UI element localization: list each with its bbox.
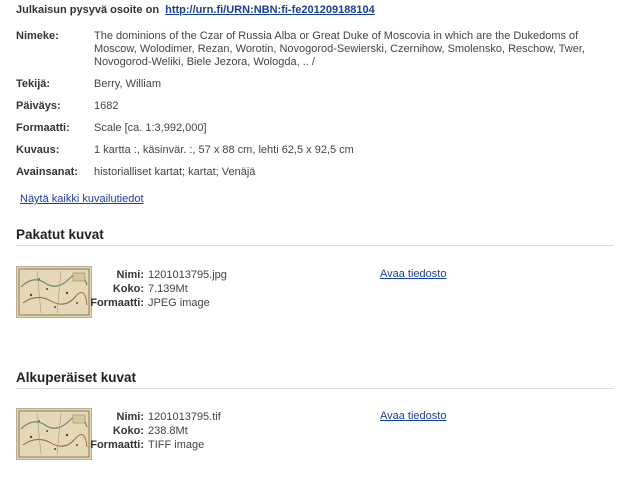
- section-title-compressed-images: Pakatut kuvat: [16, 227, 104, 242]
- file-size-value: 7.139Mt: [148, 283, 188, 295]
- file-size-label: Koko:: [112, 425, 144, 437]
- metadata-key: Tekijä:: [16, 78, 51, 90]
- file-name-label: Nimi:: [116, 411, 145, 423]
- file-info-original: Nimi: 1201013795.tif Koko: 238.8Mt Formaat…: [80, 410, 221, 452]
- file-name-label: Nimi:: [116, 269, 145, 281]
- metadata-value: 1 kartta :, käsinvär. :, 57 x 88 cm, leh…: [94, 144, 354, 156]
- file-size-row: Koko: 7.139Mt: [80, 282, 227, 296]
- file-info-compressed: Nimi: 1201013795.jpg Koko: 7.139Mt Formaat…: [80, 268, 227, 310]
- file-name-row: Nimi: 1201013795.tif: [80, 410, 221, 424]
- metadata-row-description: Kuvaus: 1 kartta :, käsinvär. :, 57 x 88…: [16, 144, 614, 166]
- file-format-label: Formaatti:: [90, 439, 144, 451]
- metadata-row-title: Nimeke: The dominions of the Czar of Rus…: [16, 30, 614, 78]
- section-divider: [16, 388, 614, 389]
- file-name-value: 1201013795.tif: [148, 411, 221, 423]
- open-file-link-original[interactable]: Avaa tiedosto: [380, 410, 446, 422]
- file-size-row: Koko: 238.8Mt: [80, 424, 221, 438]
- metadata-key: Kuvaus:: [16, 144, 60, 156]
- file-name-value: 1201013795.jpg: [148, 269, 227, 281]
- metadata-row-keywords: Avainsanat: historialliset kartat; karta…: [16, 166, 614, 188]
- permalink-label: Julkaisun pysyvä osoite on: [16, 4, 160, 16]
- metadata-row-author: Tekijä: Berry, William: [16, 78, 614, 100]
- show-all-metadata-link[interactable]: Näytä kaikki kuvailutiedot: [20, 193, 144, 205]
- metadata-table: Nimeke: The dominions of the Czar of Rus…: [16, 30, 614, 188]
- metadata-value: Berry, William: [94, 78, 162, 90]
- metadata-value: 1682: [94, 100, 119, 112]
- file-format-value: TIFF image: [148, 439, 205, 451]
- metadata-key: Nimeke:: [16, 30, 59, 42]
- metadata-row-date: Päiväys: 1682: [16, 100, 614, 122]
- metadata-value: The dominions of the Czar of Russia Alba…: [94, 30, 585, 68]
- section-title-original-images: Alkuperäiset kuvat: [16, 370, 137, 385]
- file-format-row: Formaatti: JPEG image: [80, 296, 227, 310]
- file-format-row: Formaatti: TIFF image: [80, 438, 221, 452]
- metadata-row-format: Formaatti: Scale [ca. 1:3,992,000]: [16, 122, 614, 144]
- metadata-key: Formaatti:: [16, 122, 70, 134]
- permalink-line: Julkaisun pysyvä osoite on http://urn.fi…: [16, 4, 375, 16]
- metadata-value: historialliset kartat; kartat; Venäjä: [94, 166, 256, 178]
- permalink-url-link[interactable]: http://urn.fi/URN:NBN:fi-fe201209188104: [165, 4, 375, 16]
- section-divider: [16, 245, 614, 246]
- file-size-value: 238.8Mt: [148, 425, 188, 437]
- file-size-label: Koko:: [112, 283, 144, 295]
- metadata-value: Scale [ca. 1:3,992,000]: [94, 122, 207, 134]
- file-format-label: Formaatti:: [90, 297, 144, 309]
- metadata-key: Avainsanat:: [16, 166, 78, 178]
- open-file-link-compressed[interactable]: Avaa tiedosto: [380, 268, 446, 280]
- metadata-key: Päiväys:: [16, 100, 61, 112]
- file-format-value: JPEG image: [148, 297, 210, 309]
- file-name-row: Nimi: 1201013795.jpg: [80, 268, 227, 282]
